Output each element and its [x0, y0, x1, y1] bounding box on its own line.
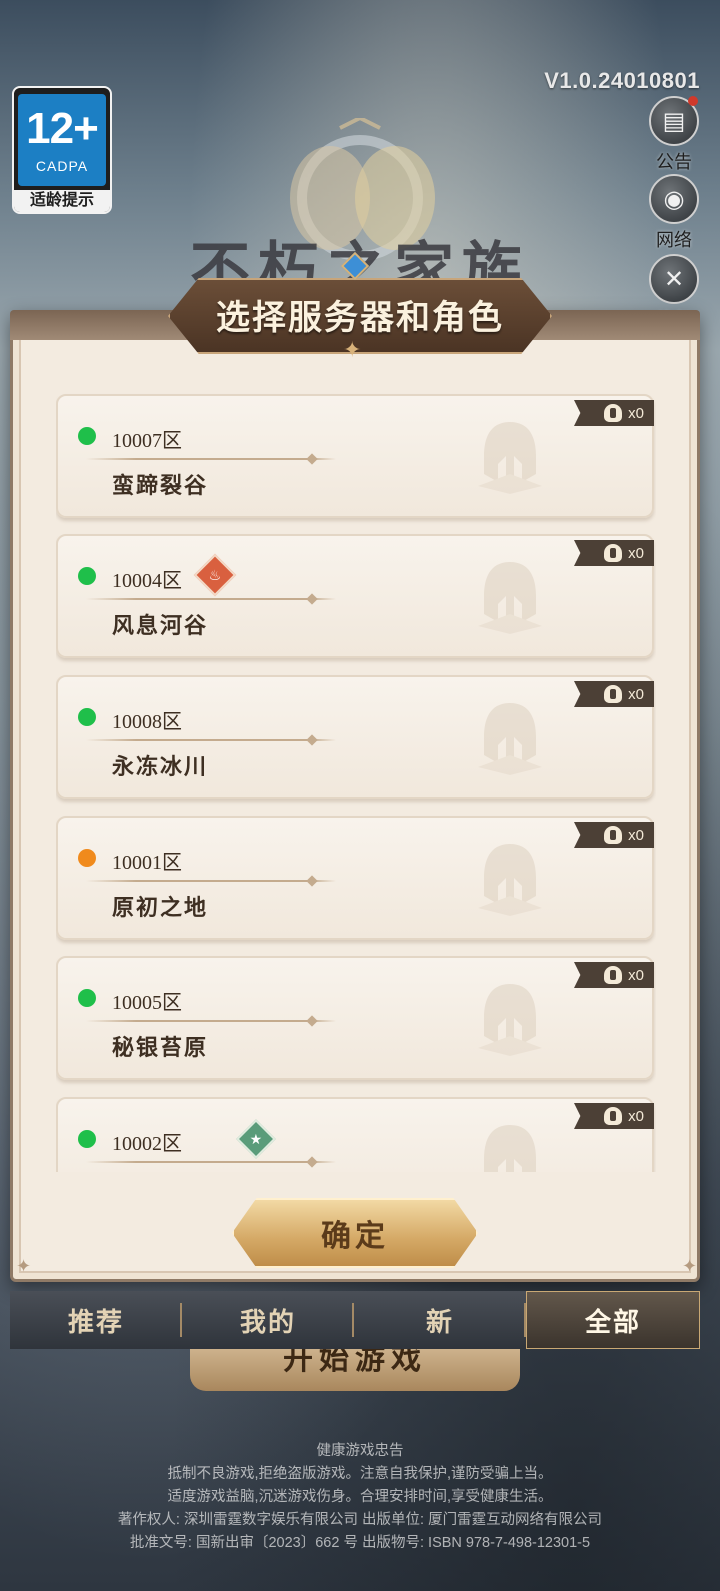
- role-count-tag: x0: [574, 822, 654, 848]
- server-name: 蛮蹄裂谷: [112, 473, 209, 498]
- status-online-icon: [78, 567, 96, 585]
- helmet-icon: [478, 703, 542, 775]
- status-online-icon: [78, 708, 96, 726]
- helmet-icon: [478, 984, 542, 1056]
- divider: [86, 880, 336, 882]
- server-filter-tabs: 推荐 我的 新 全部: [10, 1291, 700, 1349]
- divider: [86, 1020, 336, 1022]
- helmet-icon: [478, 562, 542, 634]
- helmet-icon: [484, 1125, 536, 1172]
- tab-recommended[interactable]: 推荐: [10, 1291, 182, 1349]
- notice-button[interactable]: ▤ 公告: [646, 96, 702, 174]
- confirm-button[interactable]: 确定: [232, 1198, 478, 1268]
- version-label: V1.0.24010801: [544, 68, 700, 93]
- age-rating-org: CADPA: [35, 158, 89, 174]
- divider: [86, 739, 336, 741]
- health-notice-line: 适度游戏益脑,沉迷游戏伤身。合理安排时间,享受健康生活。: [167, 1489, 553, 1505]
- network-button[interactable]: ◉ 网络: [646, 174, 702, 252]
- health-notice-line: 抵制不良游戏,拒绝盗版游戏。注意自我保护,谨防受骗上当。: [167, 1466, 553, 1482]
- server-card[interactable]: 10002区 ★ x0: [56, 1097, 654, 1172]
- sparkle-icon: ✦: [343, 337, 362, 362]
- server-card[interactable]: 10005区 秘银苔原 x0: [56, 956, 654, 1080]
- character-icon: [604, 544, 623, 562]
- server-id: 10002区: [112, 1133, 182, 1155]
- server-id: 10008区: [112, 711, 182, 733]
- server-card[interactable]: 10007区 蛮蹄裂谷 x0: [56, 394, 654, 518]
- status-online-icon: [78, 427, 96, 445]
- role-count: x0: [628, 966, 644, 984]
- server-id: 10005区: [112, 992, 182, 1014]
- role-count: x0: [628, 685, 644, 703]
- character-icon: [604, 1107, 623, 1125]
- status-busy-icon: [78, 849, 96, 867]
- repair-icon: ✕: [649, 254, 699, 304]
- notice-label: 公告: [656, 152, 692, 172]
- divider: [86, 458, 336, 460]
- divider: [86, 1161, 336, 1163]
- divider: [86, 598, 336, 600]
- role-count-tag: x0: [574, 400, 654, 426]
- status-online-icon: [78, 989, 96, 1007]
- server-id: 10001区: [112, 852, 182, 874]
- license-line: 批准文号: 国新出审〔2023〕662 号 出版物号: ISBN 978-7-4…: [129, 1535, 591, 1551]
- dialog-title: 选择服务器和角色: [216, 300, 504, 337]
- character-icon: [604, 685, 623, 703]
- server-card[interactable]: 10008区 永冻冰川 x0: [56, 675, 654, 799]
- network-label: 网络: [656, 230, 692, 250]
- tab-all[interactable]: 全部: [526, 1291, 700, 1349]
- role-count-tag: x0: [574, 1103, 654, 1129]
- age-rating-number: 12+: [26, 104, 99, 153]
- server-card[interactable]: 10004区 ♨ 风息河谷 x0: [56, 534, 654, 658]
- server-name: 永冻冰川: [112, 754, 209, 779]
- role-count: x0: [628, 1107, 644, 1125]
- helmet-icon: [478, 844, 542, 916]
- role-count: x0: [628, 826, 644, 844]
- age-rating-tip: 适龄提示: [14, 190, 110, 212]
- status-online-icon: [78, 1130, 96, 1148]
- role-count-tag: x0: [574, 681, 654, 707]
- server-name: 原初之地: [112, 895, 209, 920]
- role-count-tag: x0: [574, 962, 654, 988]
- role-count: x0: [628, 544, 644, 562]
- corner-ornament-icon: ✦: [682, 1256, 698, 1276]
- server-card[interactable]: 10001区 原初之地 x0: [56, 816, 654, 940]
- server-id: 10004区: [112, 570, 182, 592]
- notice-alert-dot: [688, 96, 698, 106]
- network-icon: ◉: [649, 174, 699, 224]
- server-id: 10007区: [112, 430, 182, 452]
- helmet-icon: [478, 422, 542, 494]
- health-notice: 健康游戏忠告 抵制不良游戏,拒绝盗版游戏。注意自我保护,谨防受骗上当。 适度游戏…: [0, 1440, 720, 1555]
- server-name: 风息河谷: [112, 613, 209, 638]
- tab-new[interactable]: 新: [354, 1291, 526, 1349]
- server-name: 秘银苔原: [112, 1035, 209, 1060]
- corner-ornament-icon: ✦: [16, 1256, 32, 1276]
- role-count-tag: x0: [574, 540, 654, 566]
- character-icon: [604, 826, 623, 844]
- start-game-button[interactable]: 开始游戏: [190, 1349, 520, 1391]
- server-list[interactable]: 10007区 蛮蹄裂谷 x0 10004区 ♨ 风息河谷 x0 10008区 永…: [56, 392, 656, 1172]
- role-count: x0: [628, 404, 644, 422]
- age-rating-panel: 12+ CADPA: [18, 94, 106, 186]
- character-icon: [604, 404, 623, 422]
- hot-server-icon: ♨: [193, 553, 237, 597]
- new-server-icon: ★: [236, 1119, 276, 1159]
- health-notice-title: 健康游戏忠告: [316, 1443, 404, 1459]
- copyright-line: 著作权人: 深圳雷霆数字娱乐有限公司 出版单位: 厦门雷霆互动网络有限公司: [117, 1512, 603, 1528]
- tab-mine[interactable]: 我的: [182, 1291, 354, 1349]
- age-rating-badge: 12+ CADPA 适龄提示: [12, 86, 112, 214]
- character-icon: [604, 966, 623, 984]
